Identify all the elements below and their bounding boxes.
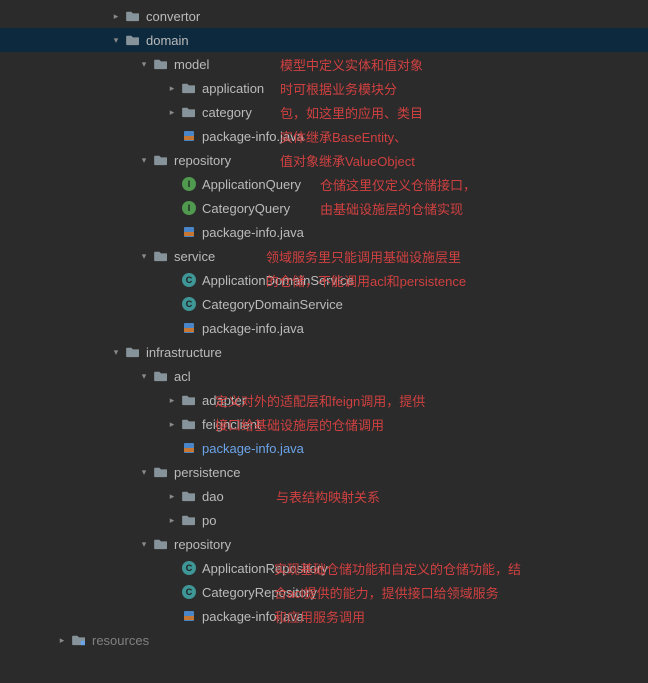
tree-node-label: ApplicationDomainService <box>202 273 354 288</box>
chevron-right-icon[interactable]: ▸ <box>164 83 180 94</box>
folder-icon <box>180 82 198 94</box>
tree-node-applicationrepository[interactable]: ▸CApplicationRepository <box>0 556 648 580</box>
tree-node-label: application <box>202 81 264 96</box>
chevron-down-icon[interactable]: ▾ <box>136 539 152 550</box>
tree-node-label: ApplicationRepository <box>202 561 328 576</box>
tree-node-infrastructure[interactable]: ▾ infrastructure <box>0 340 648 364</box>
folder-icon <box>180 106 198 118</box>
tree-node-label: persistence <box>174 465 240 480</box>
tree-node-label: package-info.java <box>202 321 304 336</box>
tree-node-label: package-info.java <box>202 609 304 624</box>
chevron-down-icon[interactable]: ▾ <box>136 467 152 478</box>
tree-node-label: repository <box>174 153 231 168</box>
tree-node-categoryquery[interactable]: ▸ICategoryQuery <box>0 196 648 220</box>
chevron-down-icon[interactable]: ▾ <box>136 155 152 166</box>
tree-node-label: package-info.java <box>202 129 304 144</box>
folder-icon <box>152 538 170 550</box>
java-file-icon <box>180 321 198 335</box>
tree-node-repository[interactable]: ▾ repository <box>0 148 648 172</box>
chevron-right-icon[interactable]: ▸ <box>164 395 180 406</box>
tree-node-label: repository <box>174 537 231 552</box>
tree-node-label: adapter <box>202 393 246 408</box>
tree-node-application[interactable]: ▸ application <box>0 76 648 100</box>
tree-node-domain[interactable]: ▾ domain <box>0 28 648 52</box>
folder-icon <box>152 250 170 262</box>
chevron-right-icon[interactable]: ▸ <box>108 11 124 22</box>
tree-node-package-info-java[interactable]: ▸package-info.java <box>0 436 648 460</box>
tree-node-feignclient[interactable]: ▸ feignclient <box>0 412 648 436</box>
folder-icon <box>152 58 170 70</box>
interface-icon: I <box>180 177 198 191</box>
class-icon: C <box>180 297 198 311</box>
tree-node-persistence[interactable]: ▾ persistence <box>0 460 648 484</box>
tree-node-po[interactable]: ▸ po <box>0 508 648 532</box>
tree-node-label: category <box>202 105 252 120</box>
class-icon: C <box>180 273 198 287</box>
tree-node-acl[interactable]: ▾ acl <box>0 364 648 388</box>
tree-node-repository[interactable]: ▾ repository <box>0 532 648 556</box>
chevron-right-icon[interactable]: ▸ <box>54 635 70 646</box>
tree-node-label: domain <box>146 33 189 48</box>
tree-node-label: package-info.java <box>202 225 304 240</box>
folder-icon <box>124 34 142 46</box>
tree-node-categorydomainservice[interactable]: ▸CCategoryDomainService <box>0 292 648 316</box>
tree-node-label: CategoryQuery <box>202 201 290 216</box>
project-tree[interactable]: ▸ convertor ▾ domain ▾ model ▸ application ▸ cate… <box>0 0 648 652</box>
java-file-icon <box>180 225 198 239</box>
folder-icon <box>152 466 170 478</box>
folder-icon <box>180 394 198 406</box>
folder-icon <box>180 514 198 526</box>
chevron-down-icon[interactable]: ▾ <box>136 371 152 382</box>
folder-icon <box>124 10 142 22</box>
folder-icon <box>152 370 170 382</box>
tree-node-label: package-info.java <box>202 441 304 456</box>
tree-node-package-info-java[interactable]: ▸package-info.java <box>0 604 648 628</box>
tree-node-label: ApplicationQuery <box>202 177 301 192</box>
tree-node-package-info-java[interactable]: ▸package-info.java <box>0 220 648 244</box>
tree-node-category[interactable]: ▸ category <box>0 100 648 124</box>
tree-node-label: infrastructure <box>146 345 222 360</box>
folder-icon <box>180 418 198 430</box>
tree-node-convertor[interactable]: ▸ convertor <box>0 4 648 28</box>
tree-node-package-info-java[interactable]: ▸package-info.java <box>0 316 648 340</box>
chevron-right-icon[interactable]: ▸ <box>164 419 180 430</box>
folder-icon <box>152 154 170 166</box>
chevron-down-icon[interactable]: ▾ <box>108 35 124 46</box>
interface-icon: I <box>180 201 198 215</box>
tree-node-service[interactable]: ▾ service <box>0 244 648 268</box>
folder-icon <box>180 490 198 502</box>
tree-node-adapter[interactable]: ▸ adapter <box>0 388 648 412</box>
tree-node-label: feignclient <box>202 417 261 432</box>
class-icon: C <box>180 585 198 599</box>
tree-node-label: model <box>174 57 209 72</box>
tree-node-applicationdomainservice[interactable]: ▸CApplicationDomainService <box>0 268 648 292</box>
tree-node-label: CategoryDomainService <box>202 297 343 312</box>
chevron-right-icon[interactable]: ▸ <box>164 491 180 502</box>
tree-node-applicationquery[interactable]: ▸IApplicationQuery <box>0 172 648 196</box>
java-file-icon <box>180 609 198 623</box>
tree-node-dao[interactable]: ▸ dao <box>0 484 648 508</box>
tree-node-package-info-java[interactable]: ▸package-info.java <box>0 124 648 148</box>
resources-folder-icon <box>70 634 88 646</box>
tree-node-label: dao <box>202 489 224 504</box>
chevron-down-icon[interactable]: ▾ <box>136 59 152 70</box>
tree-node-resources[interactable]: ▸ resources <box>0 628 648 652</box>
tree-node-label: convertor <box>146 9 200 24</box>
tree-node-label: service <box>174 249 215 264</box>
chevron-right-icon[interactable]: ▸ <box>164 107 180 118</box>
tree-node-label: resources <box>92 633 149 648</box>
chevron-down-icon[interactable]: ▾ <box>136 251 152 262</box>
folder-icon <box>124 346 142 358</box>
tree-node-label: CategoryRepository <box>202 585 317 600</box>
java-file-icon <box>180 129 198 143</box>
tree-node-model[interactable]: ▾ model <box>0 52 648 76</box>
class-icon: C <box>180 561 198 575</box>
tree-node-label: po <box>202 513 216 528</box>
tree-node-categoryrepository[interactable]: ▸CCategoryRepository <box>0 580 648 604</box>
tree-node-label: acl <box>174 369 191 384</box>
chevron-right-icon[interactable]: ▸ <box>164 515 180 526</box>
chevron-down-icon[interactable]: ▾ <box>108 347 124 358</box>
java-file-icon <box>180 441 198 455</box>
